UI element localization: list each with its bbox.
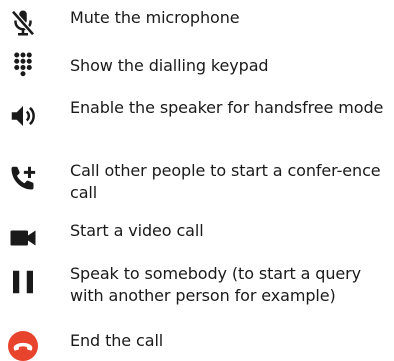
end-call-icon	[8, 331, 38, 361]
video-camera-icon	[8, 223, 38, 253]
legend-item-label: Show the dialling keypad	[70, 56, 269, 75]
legend-item-label: End the call	[70, 331, 164, 350]
legend-item-label: Call other people to start a confer-ence…	[70, 161, 381, 202]
mic-off-icon	[8, 8, 38, 38]
add-call-icon	[8, 163, 38, 193]
pause-icon	[8, 267, 38, 297]
speaker-icon	[8, 101, 38, 131]
legend-item-label: Speak to somebody (to start a query with…	[70, 264, 361, 305]
legend-item-label: Enable the speaker for handsfree mode	[70, 98, 384, 117]
dialpad-icon	[8, 50, 38, 80]
legend-item-label: Start a video call	[70, 221, 204, 240]
legend-item-label: Mute the microphone	[70, 8, 240, 27]
